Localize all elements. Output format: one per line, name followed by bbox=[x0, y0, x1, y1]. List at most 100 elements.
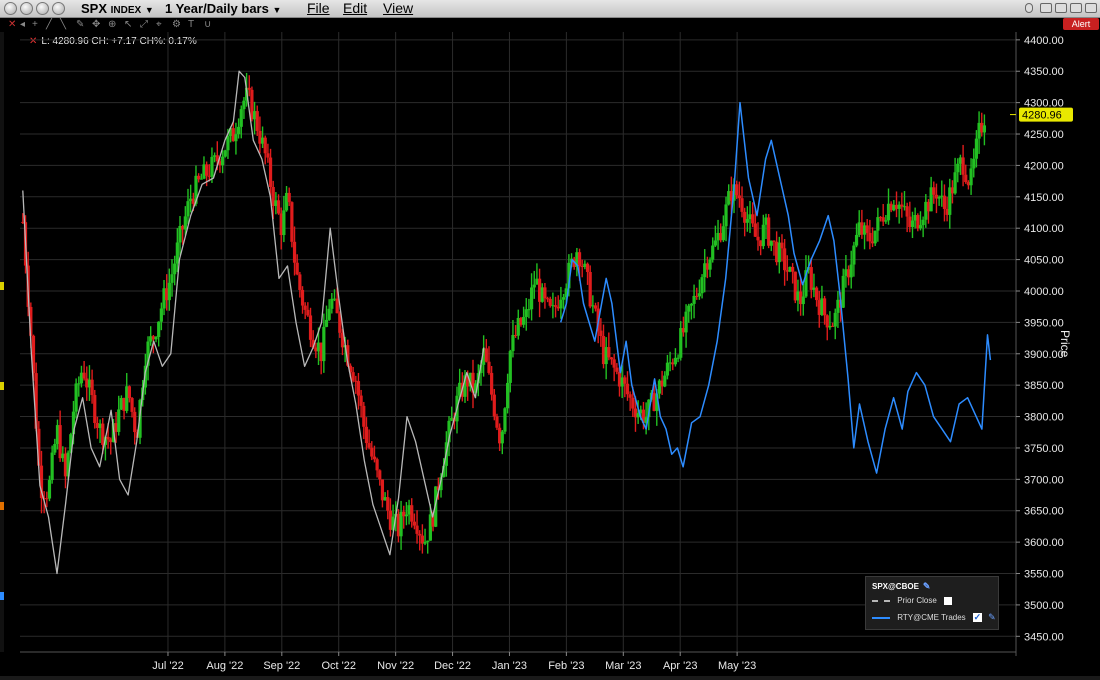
bar-body-down bbox=[809, 267, 813, 290]
bar-body-up bbox=[210, 156, 214, 177]
y-tick-label: 4000.00 bbox=[1024, 286, 1064, 298]
bar-body-down bbox=[905, 206, 909, 217]
wrench-icon[interactable]: ✎ bbox=[923, 581, 931, 592]
bar-body-up bbox=[689, 303, 694, 306]
y-axis-label: Price bbox=[1058, 330, 1072, 358]
bar-body-up bbox=[761, 224, 765, 247]
x-tick-label: Apr '23 bbox=[663, 660, 698, 672]
bar-body-down bbox=[814, 287, 819, 301]
legend-item-rty[interactable]: RTY@CME Trades ✓ ✎ bbox=[872, 611, 996, 623]
bar-body-up bbox=[982, 125, 987, 133]
bar-body-down bbox=[308, 315, 313, 340]
bar-body-down bbox=[415, 525, 419, 534]
bar-body-down bbox=[772, 240, 776, 242]
bar-body-down bbox=[255, 111, 259, 131]
y-tick-label: 3450.00 bbox=[1024, 631, 1064, 643]
bar-body-down bbox=[964, 174, 968, 183]
bar-body-down bbox=[356, 381, 361, 396]
bar-body-up bbox=[663, 375, 667, 387]
bar-body-down bbox=[490, 372, 494, 395]
bar-body-up bbox=[745, 219, 749, 223]
bar-body-down bbox=[487, 361, 491, 373]
bar-body-up bbox=[711, 245, 715, 260]
bar-body-down bbox=[375, 459, 379, 471]
bar-body-down bbox=[418, 533, 422, 536]
bar-body-up bbox=[679, 328, 683, 358]
y-tick-label: 3600.00 bbox=[1024, 537, 1064, 549]
last-price-label: 4280.96 bbox=[1022, 110, 1062, 122]
y-tick-label: 4400.00 bbox=[1024, 35, 1064, 47]
y-tick-label: 3500.00 bbox=[1024, 600, 1064, 612]
bar-body-up bbox=[221, 156, 225, 166]
bar-body-up bbox=[676, 357, 680, 359]
bar-body-up bbox=[876, 217, 880, 231]
bar-body-down bbox=[822, 298, 827, 316]
bar-body-up bbox=[173, 263, 177, 275]
bar-body-down bbox=[372, 456, 377, 460]
chart-legend[interactable]: SPX@CBOE ✎ Prior Close RTY@CME Trades ✓ ✎ bbox=[865, 576, 999, 630]
bar-body-down bbox=[386, 497, 390, 511]
bar-body-down bbox=[378, 470, 382, 480]
bar-body-up bbox=[724, 204, 728, 227]
bar-body-down bbox=[93, 395, 97, 423]
bar-body-up bbox=[282, 210, 286, 236]
bar-body-down bbox=[367, 443, 371, 448]
bar-body-down bbox=[58, 425, 62, 459]
wrench-icon[interactable]: ✎ bbox=[988, 611, 996, 623]
bar-body-down bbox=[266, 153, 270, 158]
bar-body-down bbox=[756, 236, 760, 241]
x-tick-label: Nov '22 bbox=[377, 660, 414, 672]
unchecked-checkbox[interactable] bbox=[944, 596, 953, 605]
bar-body-down bbox=[735, 184, 739, 196]
bar-body-down bbox=[628, 394, 632, 398]
bar-body-down bbox=[543, 287, 547, 299]
bar-body-up bbox=[186, 201, 190, 217]
bar-body-up bbox=[426, 540, 430, 542]
y-tick-label: 4350.00 bbox=[1024, 66, 1064, 78]
x-tick-label: Dec '22 bbox=[434, 660, 471, 672]
bar-body-up bbox=[511, 334, 515, 352]
bar-body-up bbox=[500, 431, 504, 444]
bar-body-up bbox=[974, 138, 979, 159]
bar-body-down bbox=[130, 398, 134, 412]
legend-item-prior-close[interactable]: Prior Close bbox=[872, 595, 953, 607]
bar-body-up bbox=[910, 220, 915, 228]
bar-body-down bbox=[410, 505, 414, 522]
bar-body-up bbox=[170, 274, 174, 283]
bar-body-up bbox=[884, 220, 888, 222]
bar-body-down bbox=[942, 195, 947, 209]
bar-body-down bbox=[932, 187, 936, 195]
bar-body-up bbox=[53, 444, 57, 453]
x-tick-label: Aug '22 bbox=[206, 660, 243, 672]
bar-body-down bbox=[300, 289, 305, 306]
bar-body-up bbox=[918, 225, 923, 229]
bar-body-up bbox=[841, 275, 845, 308]
y-tick-label: 3650.00 bbox=[1024, 506, 1064, 518]
checked-checkbox[interactable]: ✓ bbox=[972, 613, 982, 623]
bar-body-up bbox=[692, 295, 696, 304]
bar-body-down bbox=[295, 262, 299, 275]
bar-body-down bbox=[780, 242, 784, 249]
bar-body-down bbox=[263, 137, 267, 154]
bar-body-up bbox=[508, 351, 512, 383]
dashed-line-swatch bbox=[872, 599, 890, 602]
bar-body-down bbox=[751, 214, 755, 224]
bar-body-up bbox=[921, 219, 925, 226]
bar-body-up bbox=[175, 242, 179, 264]
bar-body-up bbox=[117, 409, 121, 432]
bottom-scrollbar[interactable] bbox=[0, 676, 1100, 680]
bar-body-down bbox=[631, 397, 635, 409]
bar-body-up bbox=[167, 282, 171, 301]
bar-body-down bbox=[292, 241, 297, 263]
bar-body-down bbox=[612, 359, 616, 368]
bar-body-up bbox=[697, 293, 701, 297]
x-tick-label: Feb '23 bbox=[548, 660, 584, 672]
bar-body-down bbox=[783, 248, 787, 271]
bar-body-up bbox=[506, 382, 510, 409]
bar-body-up bbox=[972, 158, 976, 169]
bar-body-down bbox=[740, 198, 744, 212]
bar-body-down bbox=[298, 274, 302, 290]
bar-body-up bbox=[684, 311, 688, 333]
x-tick-label: Jan '23 bbox=[492, 660, 527, 672]
bar-body-down bbox=[306, 309, 310, 316]
